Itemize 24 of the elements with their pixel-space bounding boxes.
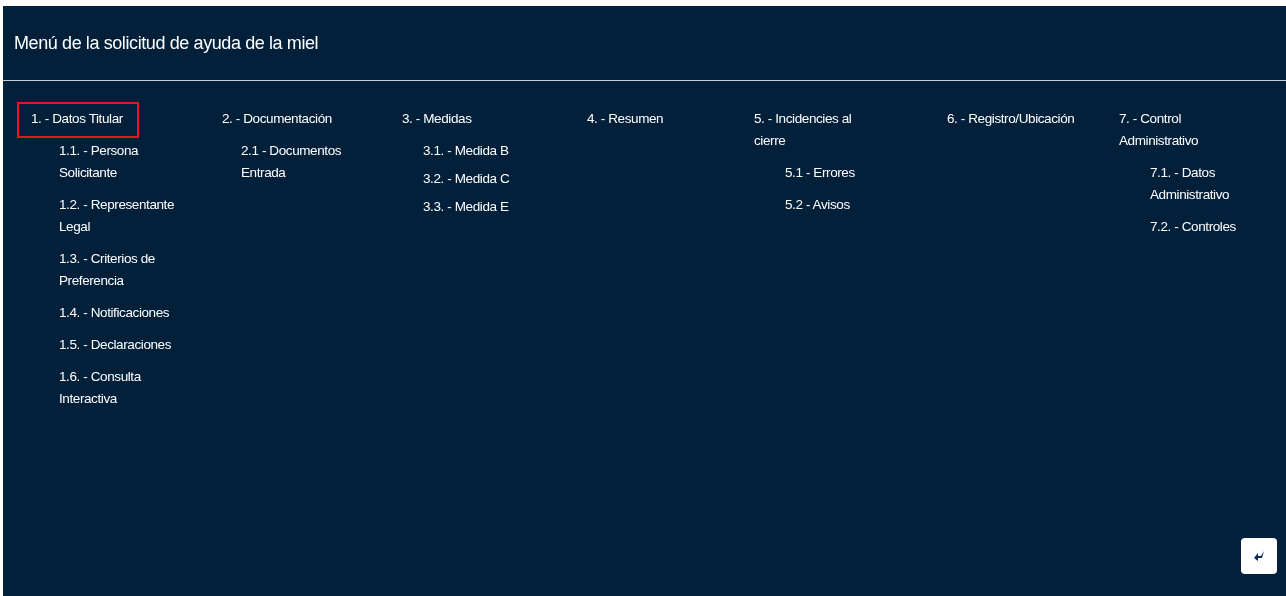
menu-item[interactable]: 1. - Datos Titular [17,102,139,138]
menu-item[interactable]: 7. - Control Administrativo [1117,102,1257,160]
submenu-item[interactable]: 1.4. - Notificaciones [59,302,170,324]
submenu-item[interactable]: 3.2. - Medida C [423,168,510,190]
menu-item[interactable]: 4. - Resumen [585,102,672,138]
submenu-item[interactable]: 2.1 - Documentos Entrada [241,140,369,184]
submenu-item[interactable]: 1.5. - Declaraciones [59,334,172,356]
submenu-item[interactable]: 3.1. - Medida B [423,140,509,162]
menu-title: Menú de la solicitud de ayuda de la miel [14,32,319,54]
menu-item[interactable]: 3. - Medidas [400,102,480,138]
submenu-item[interactable]: 1.2. - Representante Legal [59,194,187,238]
menu-item[interactable]: 5. - Incidencies al cierre [752,102,892,160]
submenu-item[interactable]: 1.3. - Criterios de Preferencia [59,248,187,292]
back-arrow-icon [1253,550,1265,562]
submenu-item[interactable]: 7.2. - Controles [1150,216,1236,238]
submenu-item[interactable]: 7.1. - Datos Administrativo [1150,162,1278,206]
submenu-item[interactable]: 5.1 - Errores [785,162,855,184]
menu-item[interactable]: 6. - Registro/Ubicación [945,102,1083,138]
submenu-item[interactable]: 3.3. - Medida E [423,196,509,218]
submenu-item[interactable]: 1.6. - Consulta Interactiva [59,366,187,410]
submenu-item[interactable]: 5.2 - Avisos [785,194,850,216]
back-button[interactable] [1241,538,1277,574]
submenu-item[interactable]: 1.1. - Persona Solicitante [59,140,187,184]
menu-item[interactable]: 2. - Documentación [220,102,340,138]
